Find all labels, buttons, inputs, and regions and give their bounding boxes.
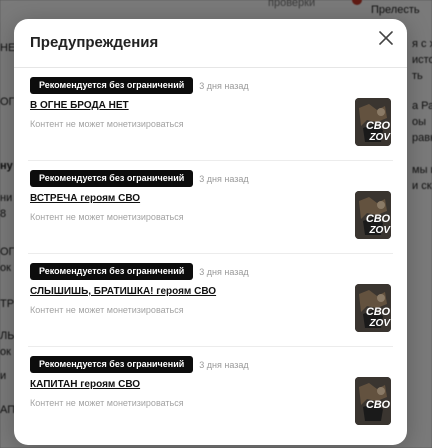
warning-item: Рекомендуется без ограничений 3 дня наза…	[28, 254, 393, 347]
monetization-status: Контент не может монетизироваться	[30, 212, 184, 222]
thumbnail-text-svo: СВО	[365, 306, 390, 318]
restriction-badge: Рекомендуется без ограничений	[30, 170, 194, 187]
warnings-list: Рекомендуется без ограничений 3 дня наза…	[14, 68, 407, 445]
warning-item: Рекомендуется без ограничений 3 дня наза…	[28, 161, 393, 254]
monetization-status: Контент не может монетизироваться	[30, 398, 184, 408]
restriction-badge: Рекомендуется без ограничений	[30, 263, 194, 280]
restriction-badge: Рекомендуется без ограничений	[30, 356, 194, 373]
badge-row: Рекомендуется без ограничений 3 дня наза…	[30, 77, 249, 94]
warning-age: 3 дня назад	[199, 359, 249, 370]
warning-item: Рекомендуется без ограничений 3 дня наза…	[28, 347, 393, 439]
thumbnail-text-zov: ZOV	[369, 132, 390, 143]
restriction-badge: Рекомендуется без ограничений	[30, 77, 194, 94]
warnings-modal: Предупреждения Рекомендуется без огранич…	[14, 19, 407, 445]
video-title-link[interactable]: В ОГНЕ БРОДА НЕТ	[30, 100, 129, 111]
thumbnail-text-svo: СВО	[365, 213, 390, 225]
warning-age: 3 дня назад	[199, 266, 249, 277]
warning-item: Рекомендуется без ограничений 3 дня наза…	[28, 68, 393, 161]
thumbnail-text-svo: СВО	[365, 120, 390, 132]
monetization-status: Контент не может монетизироваться	[30, 119, 184, 129]
video-thumbnail[interactable]: СВО ZOV	[355, 284, 391, 332]
badge-row: Рекомендуется без ограничений 3 дня наза…	[30, 263, 249, 280]
warning-age: 3 дня назад	[199, 173, 249, 184]
video-thumbnail[interactable]: СВО	[355, 377, 391, 425]
badge-row: Рекомендуется без ограничений 3 дня наза…	[30, 356, 249, 373]
thumbnail-text-zov: ZOV	[369, 318, 390, 329]
monetization-status: Контент не может монетизироваться	[30, 305, 184, 315]
thumbnail-text-zov: ZOV	[369, 225, 390, 236]
badge-row: Рекомендуется без ограничений 3 дня наза…	[30, 170, 249, 187]
close-button[interactable]	[373, 25, 399, 51]
video-title-link[interactable]: СЛЫШИШЬ, БРАТИШКА! героям СВО	[30, 286, 216, 297]
video-thumbnail[interactable]: СВО ZOV	[355, 191, 391, 239]
video-title-link[interactable]: ВСТРЕЧА героям СВО	[30, 193, 140, 204]
close-icon	[379, 31, 393, 45]
modal-title: Предупреждения	[30, 34, 159, 51]
video-title-link[interactable]: КАПИТАН героям СВО	[30, 379, 140, 390]
warning-age: 3 дня назад	[199, 80, 249, 91]
video-thumbnail[interactable]: СВО ZOV	[355, 98, 391, 146]
thumbnail-text-svo: СВО	[365, 399, 390, 411]
